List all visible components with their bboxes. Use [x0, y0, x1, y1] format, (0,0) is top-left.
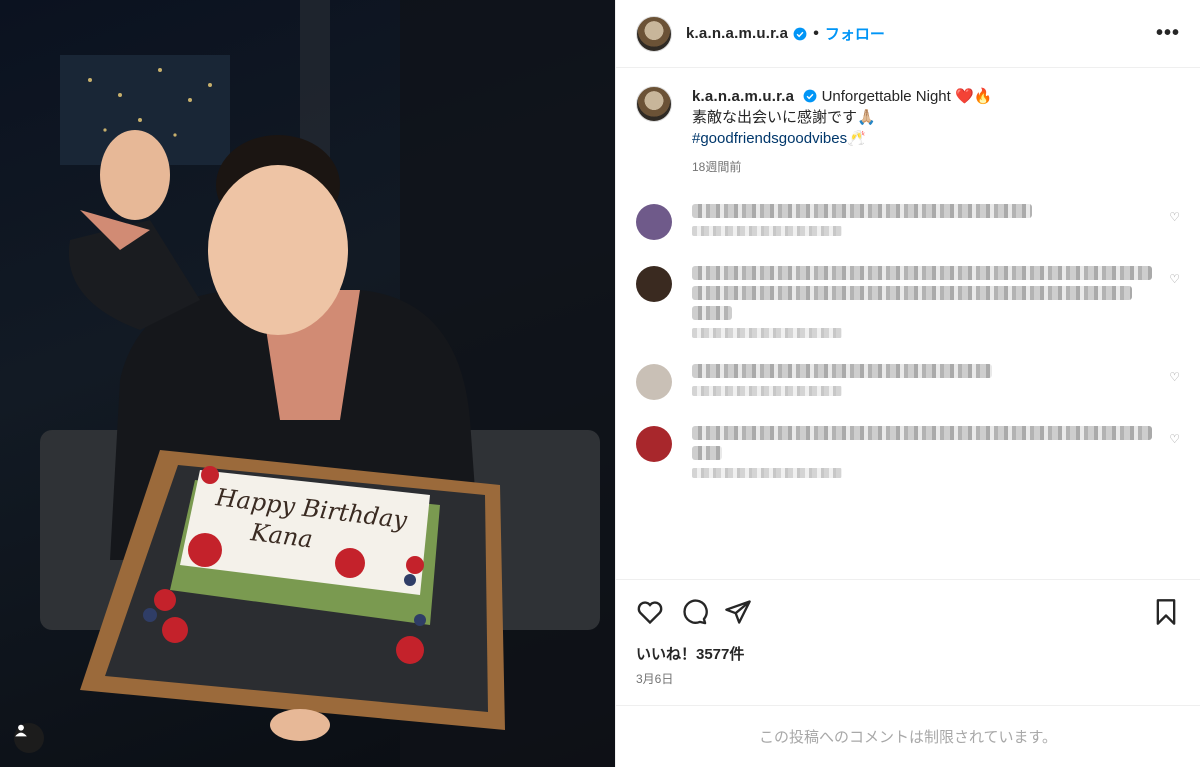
- blurred-comment-meta: [692, 468, 842, 478]
- verified-badge-icon: [803, 89, 817, 103]
- comment-like-icon[interactable]: ♡: [1169, 210, 1180, 224]
- caption-username[interactable]: k.a.n.a.m.u.r.a: [692, 88, 794, 105]
- comment-avatar[interactable]: [636, 426, 672, 462]
- user-tag-icon: [15, 724, 27, 737]
- verified-badge-icon: [793, 27, 807, 40]
- user-tag-button[interactable]: [14, 723, 44, 753]
- comment-avatar[interactable]: [636, 204, 672, 240]
- comment-like-icon[interactable]: ♡: [1169, 272, 1180, 286]
- header-username[interactable]: k.a.n.a.m.u.r.a: [686, 25, 788, 42]
- likes-count[interactable]: いいね！3577件: [616, 643, 1200, 664]
- blurred-comment-text: [692, 306, 732, 320]
- action-bar: [616, 579, 1200, 643]
- comment-avatar[interactable]: [636, 364, 672, 400]
- list-item: ♡: [636, 266, 1180, 338]
- blurred-comment-meta: [692, 328, 842, 338]
- post-date[interactable]: 3月6日: [616, 664, 1200, 705]
- list-item: ♡: [636, 426, 1180, 478]
- paper-plane-icon[interactable]: [724, 598, 752, 626]
- comments-restricted-notice: この投稿へのコメントは制限されています。: [616, 705, 1200, 767]
- blurred-comment-meta: [692, 226, 842, 236]
- comments-list[interactable]: k.a.n.a.m.u.r.a Unforgettable Night ❤️🔥 …: [616, 68, 1200, 579]
- caption-title-emoji: ❤️🔥: [954, 88, 993, 105]
- blurred-comment-text: [692, 204, 1032, 218]
- blurred-comment-text: [692, 266, 1152, 280]
- caption-line2: 素敵な出会いに感謝です🙏🏼: [692, 109, 876, 126]
- blurred-comment-meta: [692, 386, 842, 396]
- comment-like-icon[interactable]: ♡: [1169, 432, 1180, 446]
- more-options-button[interactable]: •••: [1156, 22, 1180, 45]
- follow-button[interactable]: フォロー: [825, 23, 885, 44]
- comment-avatar[interactable]: [636, 266, 672, 302]
- post-header: k.a.n.a.m.u.r.a • フォロー •••: [616, 0, 1200, 68]
- instagram-post: Happy Birthday Kana k.a.n.a.m.u.r.a • フォ…: [0, 0, 1200, 767]
- avatar[interactable]: [636, 15, 672, 52]
- caption-avatar[interactable]: [636, 86, 672, 122]
- header-separator: •: [813, 24, 819, 42]
- post-photo[interactable]: Happy Birthday Kana: [0, 0, 615, 767]
- blurred-comment-text: [692, 286, 1132, 300]
- bookmark-icon[interactable]: [1152, 598, 1180, 626]
- comment-like-icon[interactable]: ♡: [1169, 370, 1180, 384]
- caption-title: Unforgettable Night: [821, 88, 951, 105]
- caption-time[interactable]: 18週間前: [692, 157, 992, 178]
- blurred-comment-text: [692, 426, 1152, 440]
- list-item: ♡: [636, 364, 1180, 400]
- post-sidebar: k.a.n.a.m.u.r.a • フォロー ••• k.a.n.a.m.u.r…: [615, 0, 1200, 767]
- post-caption: k.a.n.a.m.u.r.a Unforgettable Night ❤️🔥 …: [636, 86, 1180, 178]
- photo-illustration: Happy Birthday Kana: [40, 0, 615, 767]
- comment-bubble-icon[interactable]: [680, 598, 708, 626]
- heart-icon[interactable]: [636, 598, 664, 626]
- list-item: ♡: [636, 204, 1180, 240]
- blurred-comment-text: [692, 446, 722, 460]
- caption-hashtag[interactable]: #goodfriendsgoodvibes: [692, 130, 847, 147]
- blurred-comment-text: [692, 364, 992, 378]
- caption-hashtag-emoji: 🥂: [847, 130, 866, 147]
